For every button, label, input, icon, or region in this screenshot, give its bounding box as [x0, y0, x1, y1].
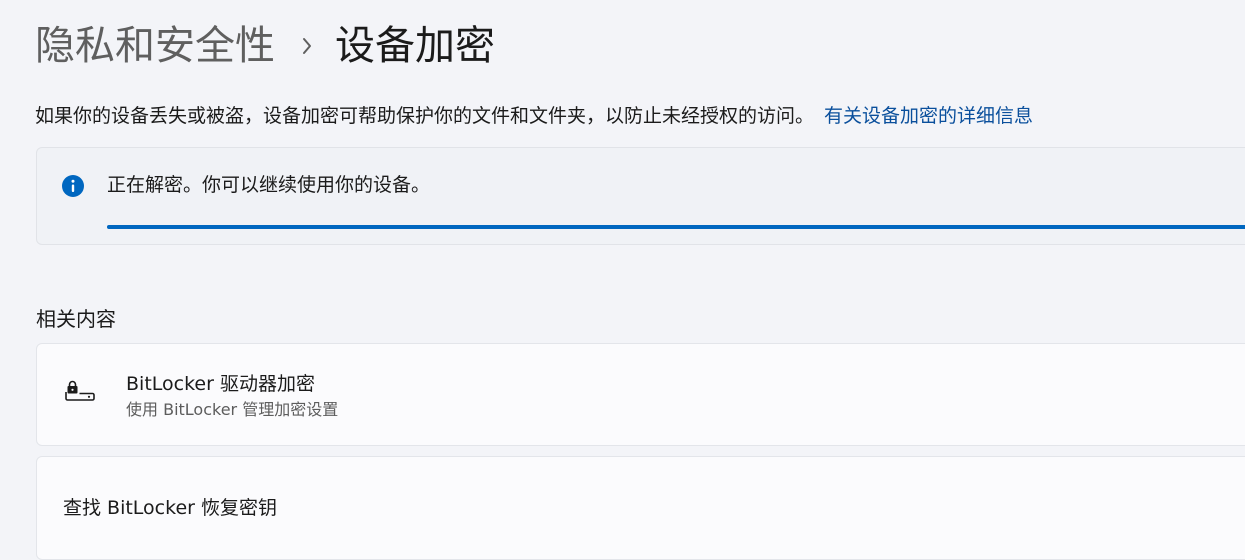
breadcrumb-parent-link[interactable]: 隐私和安全性: [35, 18, 275, 74]
settings-page: 隐私和安全性 设备加密 如果你的设备丢失或被盗，设备加密可帮助保护你的文件和文件…: [0, 0, 1245, 560]
breadcrumb: 隐私和安全性 设备加密: [35, 18, 495, 74]
decryption-status-card: 正在解密。你可以继续使用你的设备。: [36, 147, 1245, 245]
page-title: 设备加密: [335, 23, 495, 69]
bitlocker-drive-encryption-card[interactable]: BitLocker 驱动器加密 使用 BitLocker 管理加密设置: [36, 343, 1245, 446]
progress-fill: [107, 225, 1245, 229]
find-recovery-key-card[interactable]: 查找 BitLocker 恢复密钥: [36, 456, 1245, 560]
learn-more-link[interactable]: 有关设备加密的详细信息: [824, 105, 1033, 127]
decryption-progress-bar: [107, 225, 1245, 229]
bitlocker-card-title: BitLocker 驱动器加密: [126, 373, 315, 395]
info-icon: [62, 175, 84, 197]
description-text: 如果你的设备丢失或被盗，设备加密可帮助保护你的文件和文件夹，以防止未经授权的访问…: [35, 105, 815, 127]
find-recovery-key-label: 查找 BitLocker 恢复密钥: [63, 497, 277, 519]
related-content-heading: 相关内容: [36, 307, 116, 331]
chevron-right-icon: [301, 36, 313, 56]
status-message: 正在解密。你可以继续使用你的设备。: [107, 174, 431, 196]
bitlocker-card-subtitle: 使用 BitLocker 管理加密设置: [126, 400, 339, 419]
page-description: 如果你的设备丢失或被盗，设备加密可帮助保护你的文件和文件夹，以防止未经授权的访问…: [35, 101, 1033, 131]
lock-drive-icon: [65, 380, 95, 401]
